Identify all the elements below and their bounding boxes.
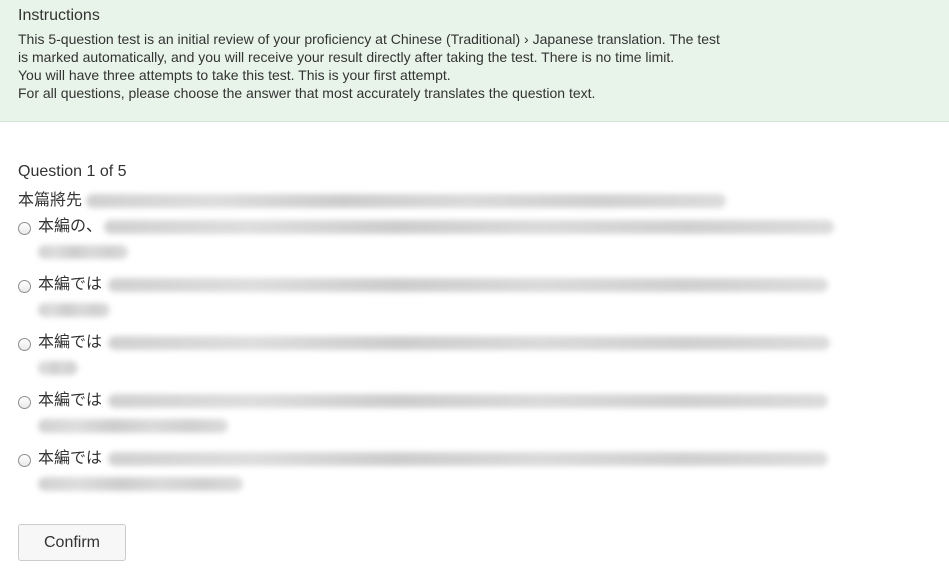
- confirm-button[interactable]: Confirm: [18, 524, 126, 561]
- blurred-text: [38, 477, 243, 491]
- question-text: 本篇將先: [18, 190, 918, 212]
- answer-options: 本編の、 本編では 本編では 本編では 本編では: [18, 216, 918, 506]
- question-heading: Question 1 of 5: [18, 163, 127, 180]
- blurred-text: [108, 278, 829, 292]
- radio-button[interactable]: [18, 280, 31, 293]
- radio-button[interactable]: [18, 338, 31, 351]
- blurred-text: [108, 336, 831, 350]
- blurred-text: [38, 245, 128, 259]
- answer-option[interactable]: 本編では: [18, 390, 918, 448]
- option-text-visible: 本編では: [38, 392, 103, 409]
- instructions-body: This 5-question test is an initial revie…: [18, 30, 728, 102]
- answer-option[interactable]: 本編では: [18, 332, 918, 390]
- blurred-text: [38, 303, 110, 317]
- instructions-line: For all questions, please choose the ans…: [18, 85, 596, 101]
- answer-option[interactable]: 本編の、: [18, 216, 918, 274]
- answer-option[interactable]: 本編では: [18, 448, 918, 506]
- instructions-line: This 5-question test is an initial revie…: [18, 31, 720, 65]
- blurred-text: [108, 394, 829, 408]
- blurred-text: [38, 419, 228, 433]
- option-text-visible: 本編では: [38, 276, 103, 293]
- instructions-title: Instructions: [18, 7, 100, 24]
- question-text-visible: 本篇將先: [18, 192, 83, 209]
- option-text-visible: 本編では: [38, 450, 103, 467]
- option-text-visible: 本編の、: [38, 218, 103, 235]
- answer-option[interactable]: 本編では: [18, 274, 918, 332]
- blurred-text: [108, 452, 829, 466]
- option-text-visible: 本編では: [38, 334, 103, 351]
- question-area: Question 1 of 5 本篇將先 本編の、 本編では 本編では 本編では…: [18, 162, 918, 506]
- radio-button[interactable]: [18, 396, 31, 409]
- instructions-line: You will have three attempts to take thi…: [18, 67, 451, 83]
- radio-button[interactable]: [18, 454, 31, 467]
- radio-button[interactable]: [18, 222, 31, 235]
- blurred-text: [104, 220, 835, 234]
- blurred-text: [38, 361, 78, 375]
- instructions-panel: Instructions This 5-question test is an …: [0, 0, 949, 122]
- blurred-text: [86, 194, 727, 208]
